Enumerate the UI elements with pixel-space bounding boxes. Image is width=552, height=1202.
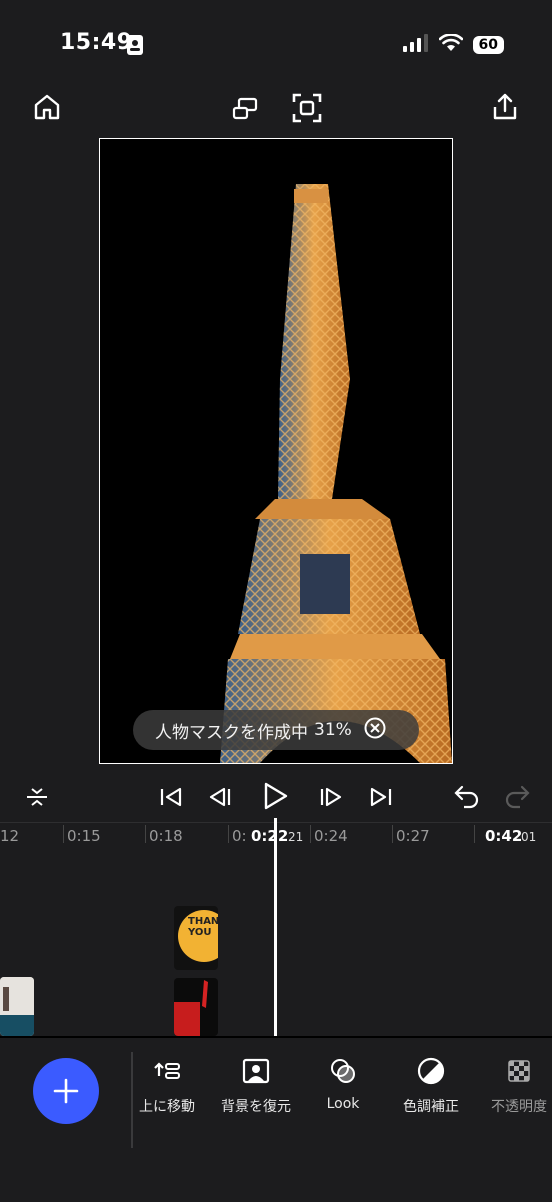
current-frame: 21 — [288, 830, 304, 844]
signal-icon — [402, 34, 429, 56]
step-back-icon — [209, 787, 231, 807]
mask-progress-toast: 人物マスクを作成中 31% — [133, 710, 419, 750]
move-up-icon — [154, 1062, 180, 1079]
battery-indicator: 60 — [472, 36, 504, 54]
eiffel-tower-image — [220, 184, 452, 763]
play-icon — [264, 782, 288, 810]
home-icon — [34, 94, 60, 120]
opacity-button[interactable]: 不透明度 — [474, 1056, 552, 1116]
fullscreen-icon — [292, 93, 322, 123]
total-time: 0:42 — [485, 827, 523, 845]
ruler-tick: 12 — [0, 827, 20, 845]
person-clip[interactable] — [0, 977, 34, 1036]
ruler-tick: 0:24 — [314, 827, 348, 845]
cast-button[interactable] — [228, 92, 262, 126]
redo-icon — [505, 785, 530, 809]
home-button[interactable] — [30, 90, 64, 124]
opacity-label: 不透明度 — [491, 1099, 547, 1115]
thank-you-clip[interactable]: THANK YOU — [174, 906, 218, 970]
mask-percent: 31% — [314, 720, 352, 740]
current-time: 0:22 — [251, 827, 289, 845]
jump-to-end-button[interactable] — [366, 782, 396, 812]
ruler-tick: 0:18 — [149, 827, 183, 845]
contact-card-icon — [127, 35, 143, 59]
look-label: Look — [326, 1096, 360, 1112]
jump-to-start-button[interactable] — [156, 782, 186, 812]
redo-button[interactable] — [502, 782, 532, 812]
cast-screen-icon — [232, 97, 258, 120]
ruler-tick: 0:27 — [396, 827, 430, 845]
next-frame-button[interactable] — [315, 782, 345, 812]
wifi-icon — [438, 33, 463, 56]
close-circle-icon — [364, 717, 386, 738]
skip-to-end-icon — [370, 787, 392, 807]
share-icon — [493, 93, 517, 120]
playhead[interactable] — [274, 818, 277, 1036]
expand-collapse-icon — [27, 788, 47, 806]
move-up-label: 上に移動 — [139, 1099, 195, 1115]
fullscreen-button[interactable] — [289, 90, 325, 126]
look-button[interactable]: Look — [298, 1056, 388, 1112]
previous-frame-button[interactable] — [206, 782, 236, 812]
red-clip[interactable] — [174, 978, 218, 1036]
thank-you-clip-text: THANK YOU — [188, 916, 218, 938]
skip-to-start-icon — [160, 787, 182, 807]
color-adjust-label: 色調補正 — [403, 1099, 459, 1115]
undo-icon — [454, 785, 479, 809]
move-up-button[interactable]: 上に移動 — [122, 1056, 212, 1116]
look-icon — [331, 1059, 355, 1083]
color-adjust-icon — [417, 1057, 445, 1085]
restore-background-label: 背景を復元 — [221, 1099, 291, 1115]
restore-background-icon — [242, 1058, 270, 1084]
step-forward-icon — [320, 787, 342, 807]
total-frame: 01 — [521, 830, 537, 844]
ruler-tick: 0: — [232, 827, 247, 845]
restore-background-button[interactable]: 背景を復元 — [211, 1056, 301, 1116]
opacity-icon — [508, 1060, 530, 1082]
status-time: 15:49 — [60, 30, 133, 55]
cancel-mask-button[interactable] — [364, 717, 386, 744]
collapse-timeline-button[interactable] — [22, 782, 52, 812]
ruler-tick: 0:15 — [67, 827, 101, 845]
undo-button[interactable] — [452, 782, 482, 812]
play-button[interactable] — [258, 778, 292, 814]
add-button[interactable] — [33, 1058, 99, 1124]
share-button[interactable] — [488, 90, 522, 124]
plus-icon — [53, 1078, 79, 1104]
video-preview[interactable] — [99, 138, 453, 764]
mask-status-text: 人物マスクを作成中 — [155, 722, 308, 743]
color-adjust-button[interactable]: 色調補正 — [386, 1056, 476, 1116]
